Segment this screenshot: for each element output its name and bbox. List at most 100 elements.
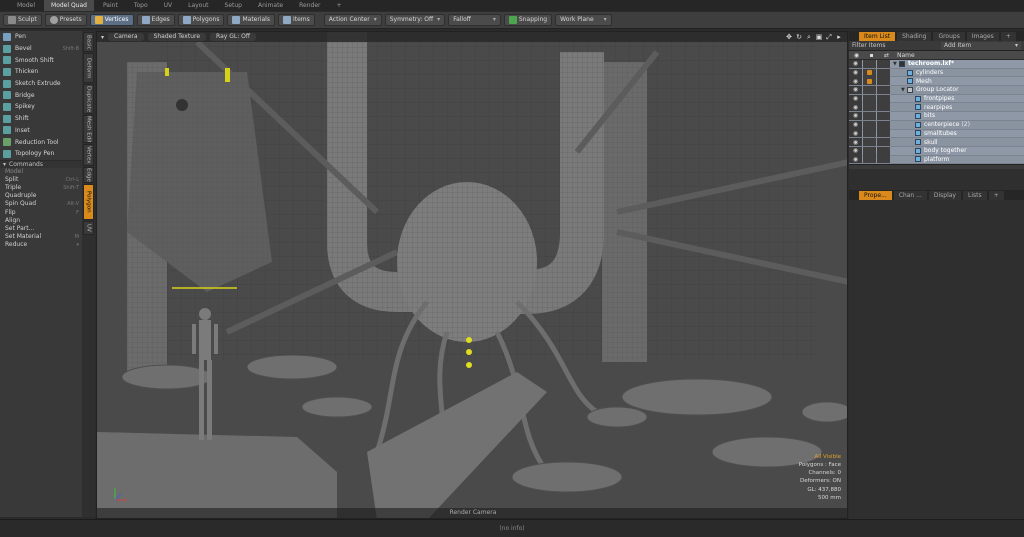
item-flag-cell[interactable] xyxy=(877,103,890,112)
command-set-part[interactable]: Set Part... xyxy=(0,225,82,233)
layout-tab-model[interactable]: Model xyxy=(10,0,42,11)
visibility-eye-icon[interactable]: ◉ xyxy=(849,59,862,68)
layout-tab-add[interactable]: + xyxy=(330,0,349,11)
command-triple[interactable]: Triple Shift-T xyxy=(0,184,82,192)
lock-toggle[interactable] xyxy=(863,94,876,103)
lock-toggle[interactable] xyxy=(863,111,876,120)
tool-reduction-tool[interactable]: Reduction Tool xyxy=(0,136,82,148)
visibility-eye-icon[interactable]: ◉ xyxy=(849,120,862,129)
lock-toggle[interactable] xyxy=(863,59,876,68)
item-flag-cell[interactable] xyxy=(877,120,890,129)
command-flip[interactable]: Flip F xyxy=(0,209,82,217)
add-item-button[interactable]: Add Item ▾ xyxy=(941,41,1021,50)
item-row-rearpipes[interactable]: ◉ rearpipes xyxy=(849,103,1024,113)
tool-shift[interactable]: Shift xyxy=(0,113,82,125)
item-flag-cell[interactable] xyxy=(877,146,890,155)
tool-pen[interactable]: Pen xyxy=(0,31,82,43)
falloff-dropdown[interactable]: Falloff ▾ xyxy=(448,14,501,26)
item-row-smalltubes[interactable]: ◉ smalltubes xyxy=(849,129,1024,139)
item-row-platform[interactable]: ◉ platform xyxy=(849,155,1024,165)
sculpt-button[interactable]: Sculpt xyxy=(3,14,42,26)
properties-tab-display[interactable]: Display xyxy=(928,190,961,200)
polygons-mode-button[interactable]: Polygons xyxy=(177,14,225,26)
command-align[interactable]: Align xyxy=(0,217,82,225)
3d-viewport[interactable]: ▾ Camera Shaded Texture Ray GL: Off ✥ ↻ … xyxy=(96,31,848,519)
layout-tab-render[interactable]: Render xyxy=(292,0,327,11)
arrows-column-icon[interactable]: ⇄ xyxy=(879,52,894,59)
lock-toggle[interactable] xyxy=(863,146,876,155)
items-mode-button[interactable]: Items xyxy=(277,14,315,26)
visibility-eye-icon[interactable]: ◉ xyxy=(849,129,862,138)
layout-tab-setup[interactable]: Setup xyxy=(218,0,249,11)
vtab-polygon[interactable]: Polygon xyxy=(83,184,94,220)
vtab-mesh-edit[interactable]: Mesh Edit xyxy=(83,115,94,143)
tool-bevel[interactable]: Bevel Shift-B xyxy=(0,43,82,55)
properties-tab-prope[interactable]: Prope... xyxy=(859,190,892,200)
symmetry-dropdown[interactable]: Symmetry: Off ▾ xyxy=(384,14,446,26)
item-flag-cell[interactable] xyxy=(877,129,890,138)
vtab-vertex[interactable]: Vertex xyxy=(83,144,94,166)
expand-viewport-icon[interactable]: ▸ xyxy=(835,33,843,41)
viewport-menu-icon[interactable]: ▾ xyxy=(101,34,104,41)
lock-toggle[interactable] xyxy=(863,77,876,86)
lock-toggle[interactable] xyxy=(863,138,876,147)
snapping-toggle[interactable]: Snapping xyxy=(503,14,553,26)
vertices-mode-button[interactable]: Vertices xyxy=(89,14,134,26)
item-row-skull[interactable]: ◉ skull xyxy=(849,138,1024,147)
filter-items-dropdown[interactable]: Filter Items xyxy=(852,42,941,49)
shading-dropdown[interactable]: Shaded Texture xyxy=(147,33,207,41)
tool-bridge[interactable]: Bridge xyxy=(0,89,82,101)
tool-thicken[interactable]: Thicken xyxy=(0,66,82,78)
item-flag-cell[interactable] xyxy=(877,68,890,77)
visibility-eye-icon[interactable]: ◉ xyxy=(849,85,862,94)
action-center-dropdown[interactable]: Action Center ▾ xyxy=(323,14,382,26)
lock-toggle[interactable] xyxy=(863,155,876,164)
item-panel-tab-groups[interactable]: Groups xyxy=(933,31,965,41)
layout-tab-animate[interactable]: Animate xyxy=(251,0,290,11)
item-row-techroom-lxf[interactable]: ◉ ▼ techroom.lxf* xyxy=(849,59,1024,69)
visibility-eye-icon[interactable]: ◉ xyxy=(849,138,862,147)
properties-tab-lists[interactable]: Lists xyxy=(962,190,987,200)
visibility-column-icon[interactable]: ◉ xyxy=(849,52,864,59)
item-flag-cell[interactable] xyxy=(877,155,890,164)
command-set-material[interactable]: Set Material M xyxy=(0,233,82,241)
tool-topology-pen[interactable]: Topology Pen xyxy=(0,148,82,160)
item-flag-cell[interactable] xyxy=(877,59,890,68)
visibility-eye-icon[interactable]: ◉ xyxy=(849,146,862,155)
zoom-view-icon[interactable]: ⌕ xyxy=(805,33,813,41)
item-panel-tab-shading[interactable]: Shading xyxy=(897,31,932,41)
item-flag-cell[interactable] xyxy=(877,138,890,147)
lock-toggle[interactable] xyxy=(863,68,876,77)
ray-gl-toggle[interactable]: Ray GL: Off xyxy=(210,33,256,41)
item-flag-cell[interactable] xyxy=(877,85,890,94)
vtab-edge[interactable]: Edge xyxy=(83,167,94,183)
item-panel-tab-images[interactable]: Images xyxy=(966,31,999,41)
item-panel-tab-item-list[interactable]: Item List xyxy=(859,31,896,41)
fit-view-icon[interactable]: ⤢ xyxy=(825,33,833,41)
item-row-mesh[interactable]: ◉ Mesh xyxy=(849,77,1024,87)
item-row-centerpiece[interactable]: ◉ centerpiece (2) xyxy=(849,120,1024,130)
rotate-view-icon[interactable]: ↻ xyxy=(795,33,803,41)
item-row-cylinders[interactable]: ◉ cylinders xyxy=(849,68,1024,78)
layout-tab-paint[interactable]: Paint xyxy=(96,0,125,11)
commands-header[interactable]: ▾ Commands xyxy=(0,159,82,168)
properties-tab-chan[interactable]: Chan ... xyxy=(893,190,927,200)
lock-toggle[interactable] xyxy=(863,129,876,138)
tool-smooth-shift[interactable]: Smooth Shift xyxy=(0,54,82,66)
item-row-body-together[interactable]: ◉ body together xyxy=(849,146,1024,156)
edges-mode-button[interactable]: Edges xyxy=(136,14,175,26)
vtab-uv[interactable]: UV xyxy=(83,221,94,235)
layout-tab-topo[interactable]: Topo xyxy=(127,0,155,11)
work-plane-dropdown[interactable]: Work Plane ▾ xyxy=(555,14,612,26)
item-row-bits[interactable]: ◉ bits xyxy=(849,111,1024,121)
maximize-view-icon[interactable]: ▣ xyxy=(815,33,823,41)
materials-mode-button[interactable]: Materials xyxy=(227,14,275,26)
camera-dropdown[interactable]: Camera xyxy=(108,33,144,41)
presets-button[interactable]: Presets xyxy=(44,14,87,26)
layout-tab-model-quad[interactable]: Model Quad xyxy=(44,0,94,11)
layout-tab-layout[interactable]: Layout xyxy=(181,0,215,11)
lock-toggle[interactable] xyxy=(863,120,876,129)
vtab-duplicate[interactable]: Duplicate xyxy=(83,84,94,114)
item-flag-cell[interactable] xyxy=(877,77,890,86)
lock-column-icon[interactable]: ▪ xyxy=(864,52,879,59)
